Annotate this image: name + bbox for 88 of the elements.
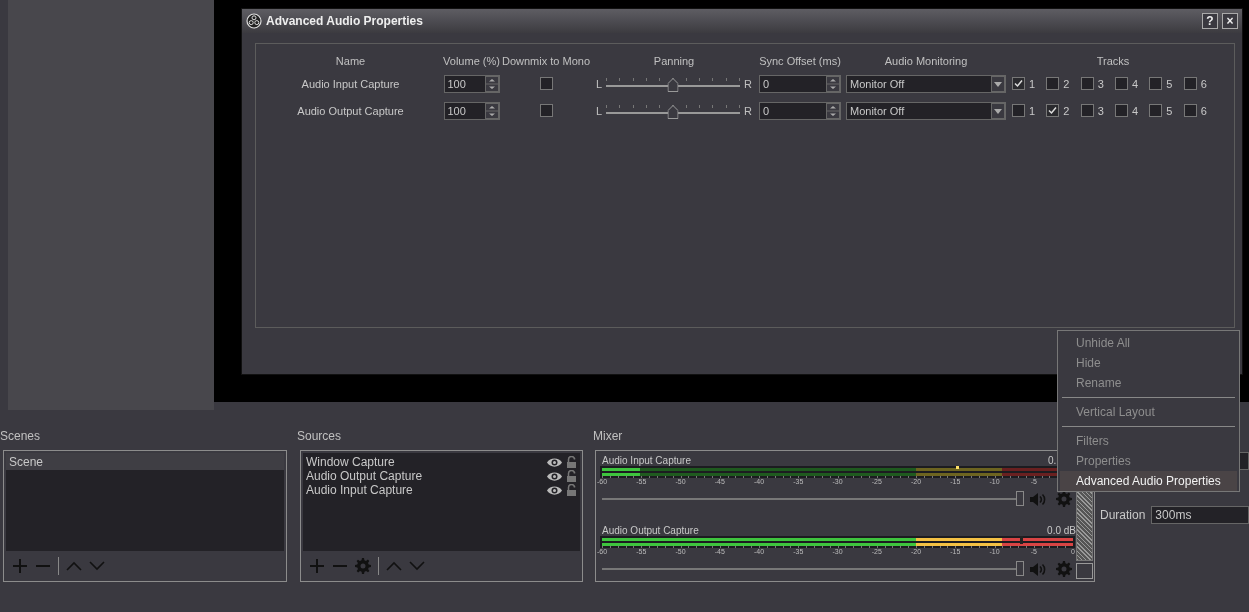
scene-item[interactable]: Scene [6,453,284,470]
eye-icon[interactable] [546,470,563,482]
menu-item[interactable]: Vertical Layout [1060,402,1237,422]
eye-icon[interactable] [546,456,563,468]
channel-name: Audio Input Capture [602,454,691,468]
spin-arrows-icon[interactable] [484,75,499,92]
duration-label: Duration [1100,508,1146,522]
column-header: Volume (%) [443,55,500,67]
volume-field[interactable]: 100 [443,74,500,93]
menu-item[interactable]: Properties [1060,451,1237,471]
track-label: 1 [1029,104,1036,117]
spin-arrows-icon[interactable] [826,102,840,119]
slider-thumb[interactable] [667,77,679,92]
volume-slider[interactable] [602,491,1024,507]
source-name: Audio Input Capture [301,77,400,90]
menu-item[interactable]: Rename [1060,373,1237,393]
track-label: 2 [1063,77,1070,90]
track-label: 3 [1097,104,1104,117]
unlocked-icon[interactable] [566,484,577,496]
help-button[interactable]: ? [1202,13,1218,29]
column-header: Sync Offset (ms) [759,55,841,67]
column-header: Panning [653,55,695,67]
gear-icon[interactable] [1056,491,1072,507]
pan-right-label: R [744,104,753,117]
duration-field[interactable]: 300ms [1151,506,1249,524]
column-header: Name [335,55,366,67]
checkbox[interactable] [539,77,553,90]
menu-item[interactable]: Filters [1060,431,1237,451]
pan-right-label: R [744,77,753,90]
column-header: Downmix to Mono [501,55,590,67]
checkbox[interactable] [1115,77,1128,90]
track-label: 1 [1029,77,1036,90]
source-item[interactable]: Window Capture [306,455,546,469]
checkbox[interactable] [1080,77,1094,90]
resize-grip[interactable] [1076,563,1093,579]
menu-item[interactable]: Unhide All [1060,333,1237,353]
dock-title: Scenes [0,428,42,445]
dock-title: Mixer [593,429,623,443]
track-label: 6 [1200,104,1207,117]
channel-name: Audio Output Capture [602,524,699,538]
track-label: 3 [1097,77,1104,90]
column-header: Tracks [1096,55,1130,67]
track-label: 5 [1166,77,1173,90]
pan-left-label: L [595,77,603,90]
volume-slider[interactable] [602,561,1024,577]
dock-title: Sources [297,428,343,445]
unlocked-icon[interactable] [566,456,577,468]
column-header: Audio Monitoring [884,55,968,67]
sync-offset-field[interactable]: 0 [759,74,841,93]
slider-thumb[interactable] [1016,491,1024,506]
checkbox[interactable] [1149,104,1163,117]
slider-thumb[interactable] [1016,561,1024,576]
source-name: Audio Output Capture [297,104,404,117]
track-label: 2 [1063,104,1070,117]
track-label: 5 [1166,104,1173,117]
monitoring-dropdown[interactable]: Monitor Off [846,101,1006,120]
slider-thumb[interactable] [667,104,679,119]
volume-reading: 0.0 dB [1047,524,1076,538]
checkbox[interactable] [1012,77,1025,90]
eye-icon[interactable] [546,484,563,496]
checkbox[interactable] [1149,77,1163,90]
monitoring-dropdown[interactable]: Monitor Off [846,74,1006,93]
volume-field[interactable]: 100 [443,101,500,120]
menu-item[interactable]: Advanced Audio Properties [1060,471,1237,491]
unlocked-icon[interactable] [566,470,577,482]
pan-left-label: L [595,104,603,117]
source-item[interactable]: Audio Output Capture [306,469,546,483]
checkbox[interactable] [1046,77,1060,90]
source-item[interactable]: Audio Input Capture [306,483,546,497]
spin-arrows-icon[interactable] [484,102,499,119]
checkbox[interactable] [1012,104,1025,117]
sync-offset-field[interactable]: 0 [759,101,841,120]
logo-icon [246,13,262,29]
track-label: 6 [1200,77,1207,90]
checkbox[interactable] [1080,104,1094,117]
track-label: 4 [1132,77,1139,90]
checkbox[interactable] [1183,77,1197,90]
close-button[interactable]: × [1222,13,1238,29]
spin-arrows-icon[interactable] [826,75,840,92]
volume-reading: 0. [1048,454,1058,468]
checkbox[interactable] [1046,104,1060,117]
checkbox[interactable] [539,104,553,117]
caret-icon [991,75,1005,92]
caret-icon [991,102,1005,119]
window-title: Advanced Audio Properties [266,14,424,28]
checkbox[interactable] [1183,104,1197,117]
checkbox[interactable] [1115,104,1128,117]
track-label: 4 [1132,104,1139,117]
